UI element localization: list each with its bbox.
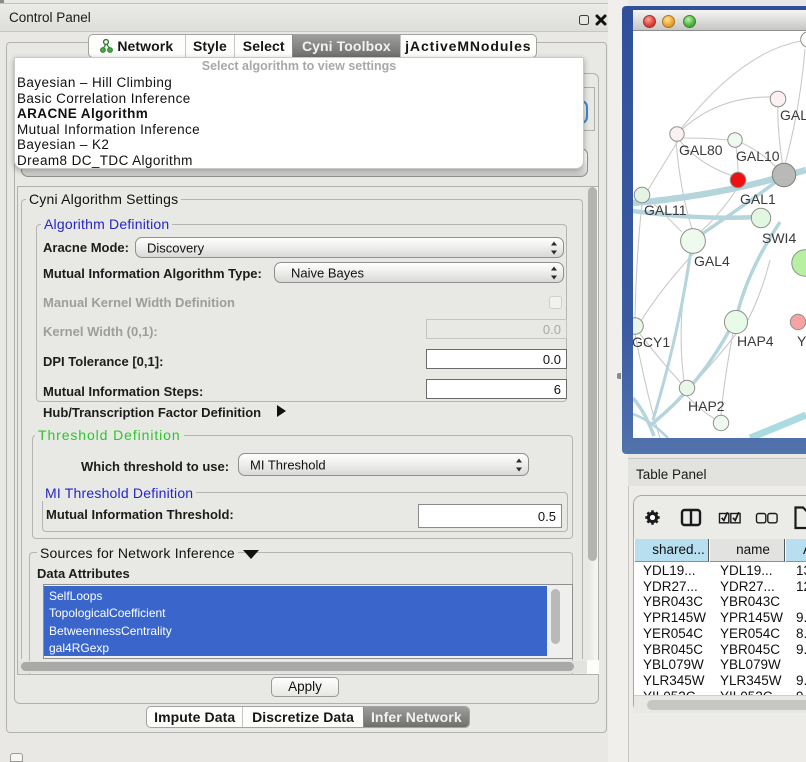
- svg-text:HAP2: HAP2: [688, 398, 725, 414]
- svg-text:GCY1: GCY1: [633, 334, 670, 350]
- svg-text:GAL10: GAL10: [736, 148, 780, 164]
- svg-text:Y: Y: [797, 333, 806, 349]
- svg-text:GAL1: GAL1: [740, 191, 776, 207]
- svg-text:SWI4: SWI4: [762, 230, 796, 246]
- svg-text:GAL4: GAL4: [694, 253, 730, 269]
- svg-text:GAL7: GAL7: [780, 107, 806, 123]
- svg-text:HAP4: HAP4: [737, 333, 774, 349]
- svg-text:GAL11: GAL11: [644, 202, 687, 218]
- svg-text:GAL80: GAL80: [679, 142, 723, 158]
